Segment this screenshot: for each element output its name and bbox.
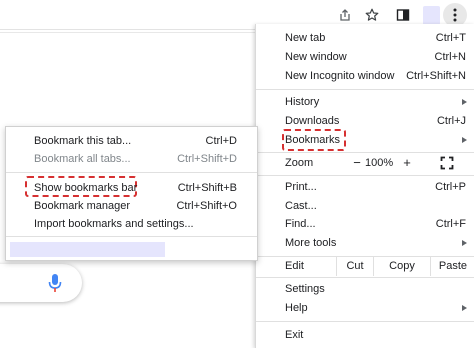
- submenu-arrow-icon: [462, 240, 467, 246]
- submenu-item-bookmark-all-tabs: Bookmark all tabs... Ctrl+Shift+D: [6, 150, 257, 168]
- page-divider: [0, 32, 256, 33]
- menu-separator: [256, 175, 474, 176]
- menu-item-shortcut: Ctrl+J: [436, 115, 466, 127]
- menu-item-bookmarks[interactable]: Bookmarks: [256, 129, 474, 151]
- submenu-item-shortcut: Ctrl+Shift+D: [177, 153, 237, 165]
- submenu-item-label: Import bookmarks and settings...: [34, 218, 194, 230]
- copy-button[interactable]: Copy: [373, 257, 430, 276]
- zoom-level: 100%: [365, 157, 394, 169]
- edit-row: Edit Cut Copy Paste: [256, 257, 474, 276]
- menu-separator: [256, 321, 474, 322]
- zoom-out-button[interactable]: −: [349, 155, 365, 170]
- menu-item-label: New Incognito window: [285, 70, 395, 82]
- zoom-in-button[interactable]: +: [399, 155, 415, 170]
- menu-item-label: Settings: [285, 283, 325, 295]
- menu-item-shortcut: Ctrl+P: [435, 181, 466, 193]
- chrome-main-menu: New tab Ctrl+T New window Ctrl+N New Inc…: [255, 24, 474, 348]
- submenu-item-bookmark-this-tab[interactable]: Bookmark this tab... Ctrl+D: [6, 132, 257, 150]
- menu-item-label: Exit: [285, 329, 304, 341]
- menu-item-label: History: [285, 96, 320, 108]
- menu-separator: [256, 277, 474, 278]
- submenu-item-label: Bookmark this tab...: [34, 135, 132, 147]
- microphone-icon[interactable]: [48, 273, 62, 293]
- share-icon[interactable]: [334, 4, 356, 26]
- submenu-separator: [6, 236, 257, 237]
- submenu-item-shortcut: Ctrl+D: [205, 135, 237, 147]
- fullscreen-icon[interactable]: [440, 156, 454, 170]
- cut-button[interactable]: Cut: [336, 257, 373, 276]
- star-icon[interactable]: [361, 4, 383, 26]
- menu-item-history[interactable]: History: [256, 93, 474, 112]
- submenu-item-label: Bookmark manager: [34, 200, 130, 212]
- bookmarks-submenu: Bookmark this tab... Ctrl+D Bookmark all…: [5, 126, 258, 261]
- submenu-item-shortcut: Ctrl+Shift+O: [176, 200, 237, 212]
- submenu-item-bookmark-manager[interactable]: Bookmark manager Ctrl+Shift+O: [6, 197, 257, 215]
- search-box[interactable]: [0, 264, 82, 302]
- submenu-item-label: Show bookmarks bar: [34, 182, 138, 194]
- menu-item-new-window[interactable]: New window Ctrl+N: [256, 48, 474, 67]
- submenu-separator: [6, 172, 257, 173]
- paste-button[interactable]: Paste: [430, 257, 474, 276]
- menu-item-label: More tools: [285, 237, 337, 249]
- submenu-item-label: Bookmark all tabs...: [34, 153, 131, 165]
- menu-item-settings[interactable]: Settings: [256, 280, 474, 299]
- menu-item-shortcut: Ctrl+N: [434, 51, 466, 63]
- submenu-item-show-bookmarks-bar[interactable]: Show bookmarks bar Ctrl+Shift+B: [6, 176, 257, 197]
- menu-item-help[interactable]: Help: [256, 299, 474, 318]
- edit-label: Edit: [285, 260, 304, 272]
- submenu-item-import-bookmarks[interactable]: Import bookmarks and settings...: [6, 215, 257, 233]
- menu-item-more-tools[interactable]: More tools: [256, 234, 474, 253]
- menu-item-label: Help: [285, 302, 308, 314]
- menu-item-new-tab[interactable]: New tab Ctrl+T: [256, 29, 474, 48]
- menu-item-label: Find...: [285, 218, 316, 230]
- menu-item-label: Print...: [285, 181, 317, 193]
- side-panel-icon[interactable]: [392, 4, 414, 26]
- submenu-arrow-icon: [462, 305, 467, 311]
- menu-item-find[interactable]: Find... Ctrl+F: [256, 215, 474, 234]
- menu-item-label: New window: [285, 51, 347, 63]
- menu-item-cast[interactable]: Cast...: [256, 197, 474, 216]
- menu-item-print[interactable]: Print... Ctrl+P: [256, 178, 474, 197]
- menu-item-label: New tab: [285, 32, 326, 44]
- bookmark-folder-item[interactable]: [10, 242, 165, 257]
- menu-item-label: Downloads: [285, 115, 340, 127]
- menu-item-shortcut: Ctrl+T: [435, 32, 466, 44]
- menu-separator: [256, 152, 474, 153]
- menu-item-exit[interactable]: Exit: [256, 326, 474, 345]
- submenu-arrow-icon: [462, 137, 467, 143]
- menu-item-shortcut: Ctrl+Shift+N: [406, 70, 466, 82]
- browser-window: New tab Ctrl+T New window Ctrl+N New Inc…: [0, 0, 474, 348]
- zoom-row: Zoom − 100% +: [256, 154, 474, 173]
- menu-item-shortcut: Ctrl+F: [435, 218, 466, 230]
- submenu-arrow-icon: [462, 99, 467, 105]
- menu-item-label: Bookmarks: [285, 134, 341, 146]
- profile-avatar[interactable]: [420, 4, 442, 26]
- zoom-label: Zoom: [285, 157, 314, 169]
- profile-avatar-image: [422, 5, 440, 25]
- menu-separator: [256, 89, 474, 90]
- menu-item-new-incognito[interactable]: New Incognito window Ctrl+Shift+N: [256, 67, 474, 86]
- menu-item-label: Cast...: [285, 200, 317, 212]
- submenu-item-shortcut: Ctrl+Shift+B: [177, 182, 237, 194]
